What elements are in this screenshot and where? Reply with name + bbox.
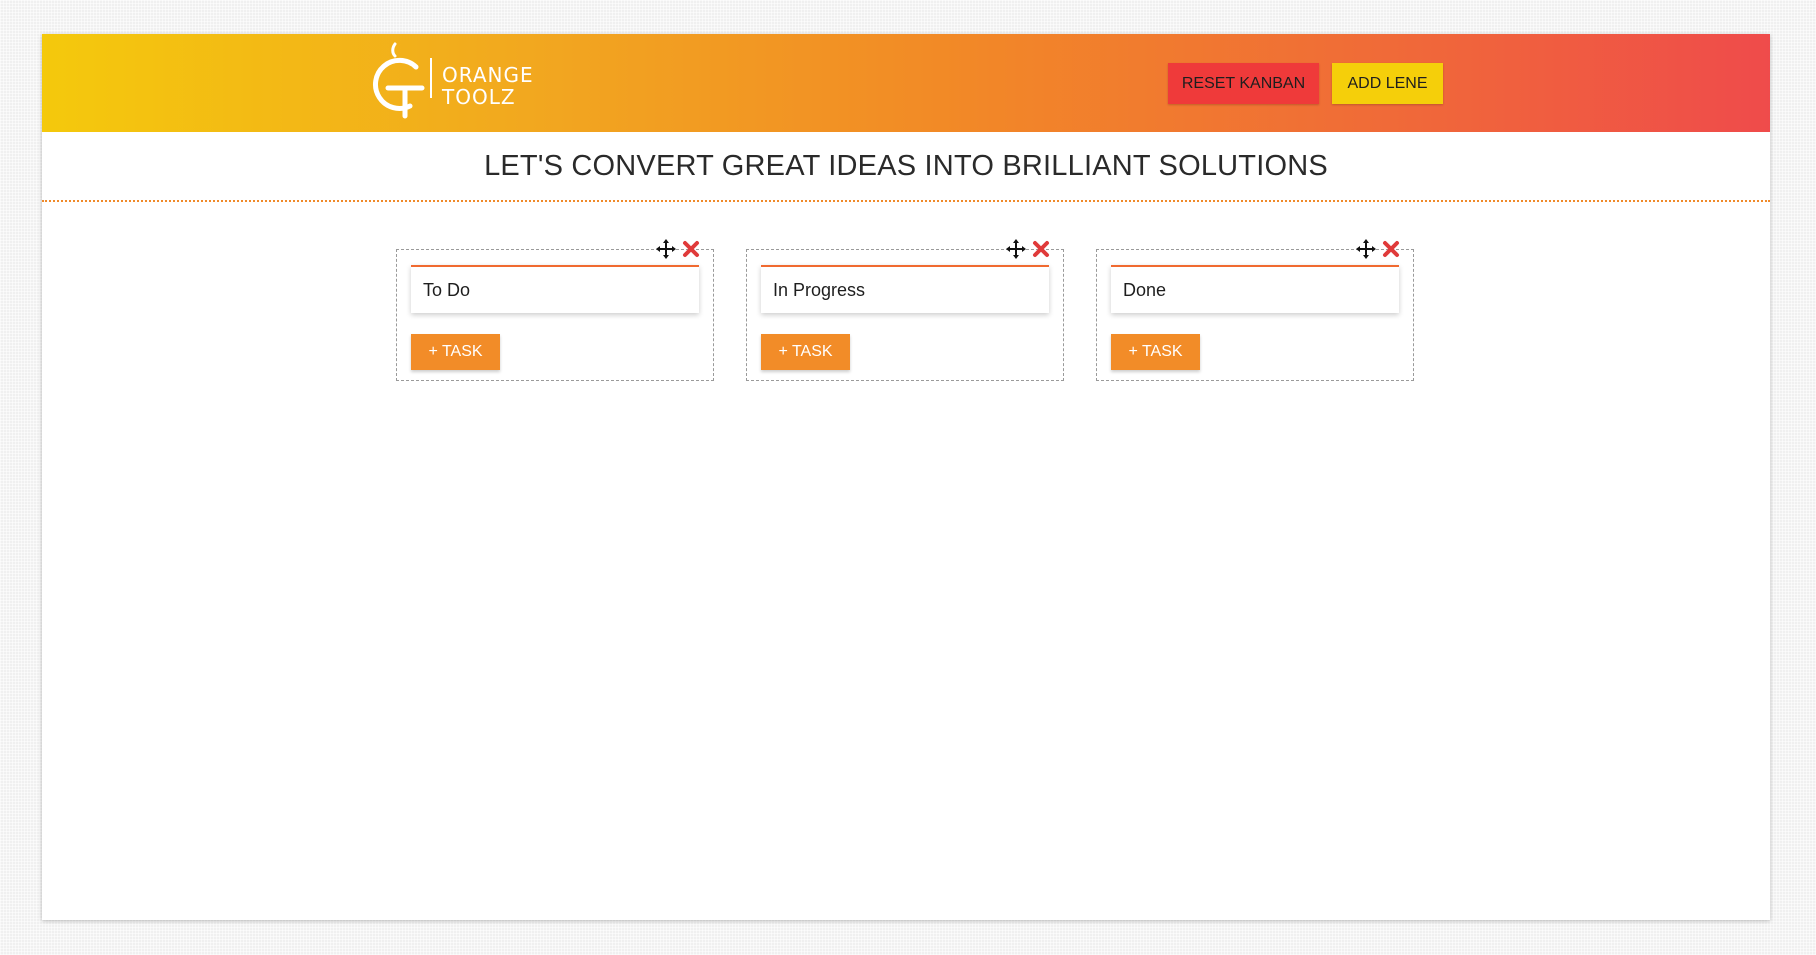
brand-line-1: ORANGE — [442, 63, 534, 87]
move-icon[interactable] — [1355, 238, 1377, 260]
close-icon[interactable] — [681, 239, 701, 259]
lane-in-progress: In Progress + TASK — [746, 239, 1064, 381]
add-task-button[interactable]: + TASK — [411, 334, 500, 370]
lane-controls — [1355, 238, 1405, 262]
brand-text: ORANGE TOOLZ — [442, 64, 534, 108]
page-tagline: LET'S CONVERT GREAT IDEAS INTO BRILLIANT… — [484, 150, 1328, 182]
lane-todo: To Do + TASK — [396, 239, 714, 381]
reset-kanban-button[interactable]: RESET KANBAN — [1168, 63, 1319, 104]
move-icon[interactable] — [655, 238, 677, 260]
add-lane-button[interactable]: ADD LENE — [1332, 63, 1443, 104]
lane-title-card[interactable]: In Progress — [761, 265, 1049, 313]
header-bar: ORANGE TOOLZ RESET KANBAN ADD LENE — [42, 34, 1770, 132]
lane-controls — [655, 238, 705, 262]
orange-toolz-logo-icon — [373, 42, 432, 119]
add-task-button[interactable]: + TASK — [1111, 334, 1200, 370]
lane-title: To Do — [423, 280, 471, 300]
move-icon[interactable] — [1005, 238, 1027, 260]
brand-logo[interactable]: ORANGE TOOLZ — [368, 40, 568, 126]
add-task-button[interactable]: + TASK — [761, 334, 850, 370]
lane-title: Done — [1123, 280, 1167, 300]
lane-done: Done + TASK — [1096, 239, 1414, 381]
lane-title: In Progress — [773, 280, 866, 300]
close-icon[interactable] — [1031, 239, 1051, 259]
app-container: ORANGE TOOLZ RESET KANBAN ADD LENE LET'S… — [42, 34, 1770, 920]
lane-controls — [1005, 238, 1055, 262]
tagline-divider — [42, 200, 1770, 202]
lane-title-card[interactable]: To Do — [411, 265, 699, 313]
close-icon[interactable] — [1381, 239, 1401, 259]
lane-title-card[interactable]: Done — [1111, 265, 1399, 313]
brand-line-2: TOOLZ — [442, 85, 516, 109]
